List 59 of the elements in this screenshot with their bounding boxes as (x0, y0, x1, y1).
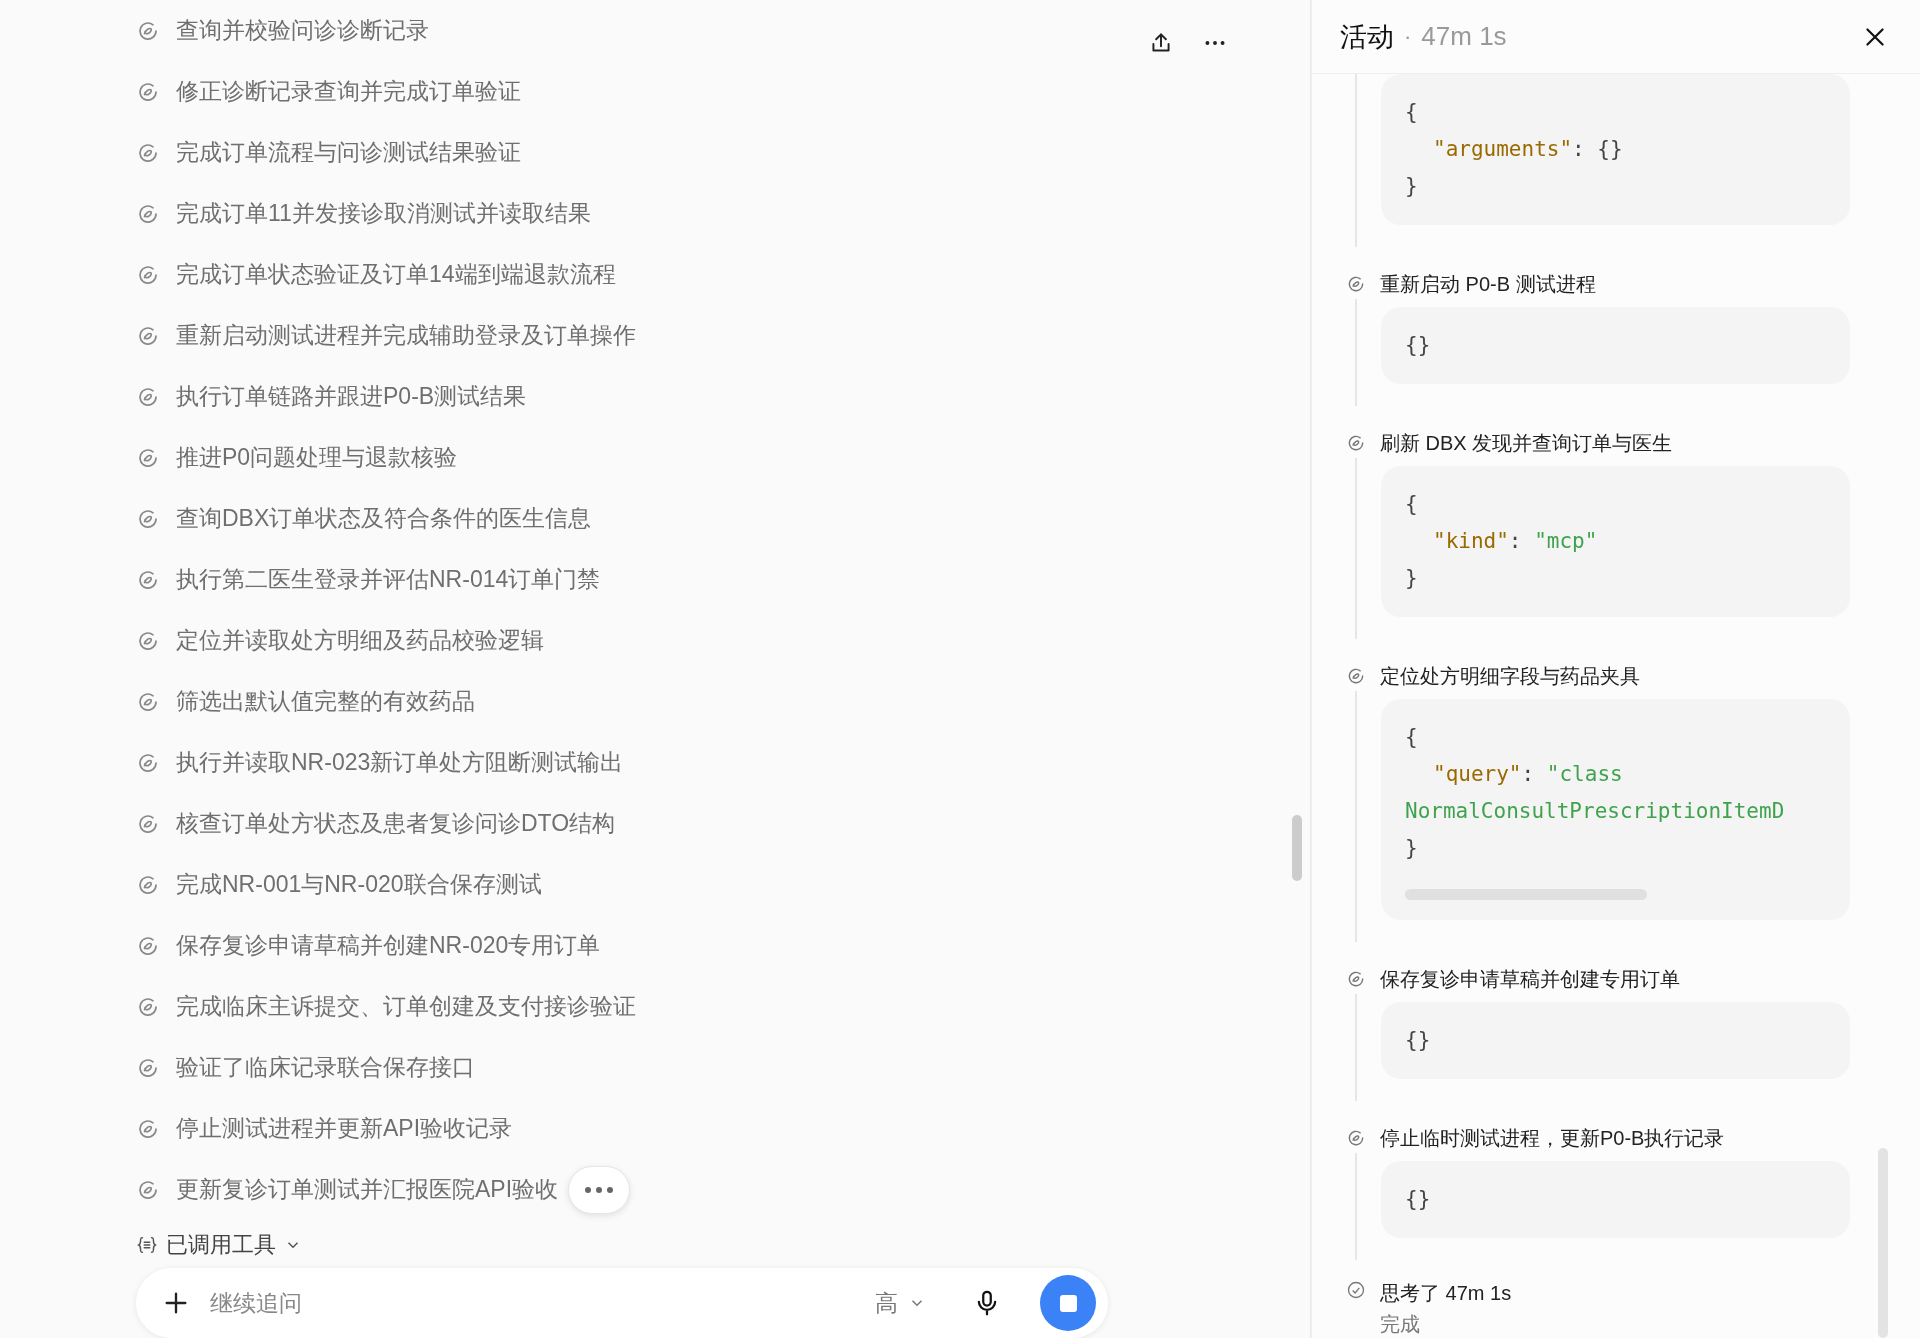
task-title[interactable]: 完成订单11并发接诊取消测试并读取结果 (176, 198, 591, 229)
code-line: } (1405, 835, 1419, 862)
message-composer[interactable]: 继续追问 高 (136, 1268, 1108, 1338)
code-line: NormalConsultPrescriptionItemD (1405, 798, 1786, 825)
swirl-icon (1346, 1128, 1366, 1148)
tools-toggle[interactable]: 已调用工具 (166, 1230, 276, 1260)
task-title[interactable]: 停止测试进程并更新API验收记录 (176, 1113, 513, 1144)
code-line: "arguments": {} (1432, 136, 1624, 163)
task-title[interactable]: 执行订单链路并跟进P0-B测试结果 (176, 381, 527, 412)
separator-dot: · (1404, 23, 1412, 50)
task-title[interactable]: 完成临床主诉提交、订单创建及支付接诊验证 (176, 991, 636, 1022)
more-button[interactable] (568, 1165, 631, 1214)
stop-button[interactable] (1040, 1275, 1096, 1331)
task-title[interactable]: 推进P0问题处理与退款核验 (176, 442, 458, 473)
task-title[interactable]: 完成订单流程与问诊测试结果验证 (176, 137, 521, 168)
effort-dropdown[interactable]: 高 (869, 1286, 932, 1320)
swirl-icon (1346, 969, 1366, 989)
summary-status: 完成 (1380, 1312, 1421, 1337)
task-title[interactable]: 验证了临床记录联合保存接口 (176, 1052, 475, 1083)
step-title: 重新启动 P0-B 测试进程 (1380, 271, 1596, 297)
task-title[interactable]: 定位并读取处方明细及药品校验逻辑 (176, 625, 544, 656)
task-title[interactable]: 完成订单状态验证及订单14端到端退款流程 (176, 259, 616, 290)
dots-icon[interactable] (584, 1185, 615, 1194)
scrollbar-thumb[interactable] (1878, 1148, 1888, 1338)
code-line: {} (1405, 1186, 1432, 1213)
task-title[interactable]: 执行第二医生登录并评估NR-014订单门禁 (176, 564, 601, 595)
code-line: { (1405, 724, 1419, 751)
task-title[interactable]: 执行并读取NR-023新订单处方阻断测试输出 (176, 747, 624, 778)
step-title: 刷新 DBX 发现并查询订单与医生 (1380, 430, 1673, 456)
task-title[interactable]: 重新启动测试进程并完成辅助登录及订单操作 (176, 320, 636, 351)
task-title[interactable]: 完成NR-001与NR-020联合保存测试 (176, 869, 542, 900)
task-title[interactable]: 核查订单处方状态及患者复诊问诊DTO结构 (176, 808, 616, 839)
scrollbar-thumb[interactable] (1292, 815, 1302, 881)
swirl-icon (1346, 433, 1366, 453)
step-title: 保存复诊申请草稿并创建专用订单 (1380, 966, 1680, 992)
task-title[interactable]: 保存复诊申请草稿并创建NR-020专用订单 (176, 930, 601, 961)
task-title[interactable]: 查询DBX订单状态及符合条件的医生信息 (176, 503, 592, 534)
task-title[interactable]: 修正诊断记录查询并完成订单验证 (176, 76, 521, 107)
summary-title: 思考了 47m 1s (1380, 1281, 1512, 1306)
code-line: "kind": "mcp" (1432, 528, 1599, 555)
check-circle-icon (1346, 1280, 1366, 1300)
task-title[interactable]: 筛选出默认值完整的有效药品 (176, 686, 475, 717)
braces-list-icon (136, 1234, 158, 1256)
swirl-icon (1346, 666, 1366, 686)
code-line: } (1405, 173, 1419, 200)
code-line: {} (1405, 332, 1432, 359)
code-line: } (1405, 565, 1419, 592)
step-title: 停止临时测试进程，更新P0-B执行记录 (1380, 1125, 1725, 1151)
task-title[interactable]: 更新复诊订单测试并汇报医院API验收 (176, 1174, 559, 1205)
task-title[interactable]: 查询并校验问诊诊断记录 (176, 15, 429, 46)
duration: 47m 1s (1421, 21, 1507, 52)
code-line: {} (1405, 1027, 1432, 1054)
panel-title: 活动 (1340, 20, 1394, 54)
code-line: "query": "class (1432, 761, 1624, 788)
code-line: { (1405, 99, 1419, 126)
swirl-icon (1346, 274, 1366, 294)
message-input[interactable]: 继续追问 (208, 1288, 851, 1318)
step-title: 定位处方明细字段与药品夹具 (1380, 663, 1640, 689)
code-line: { (1405, 491, 1419, 518)
